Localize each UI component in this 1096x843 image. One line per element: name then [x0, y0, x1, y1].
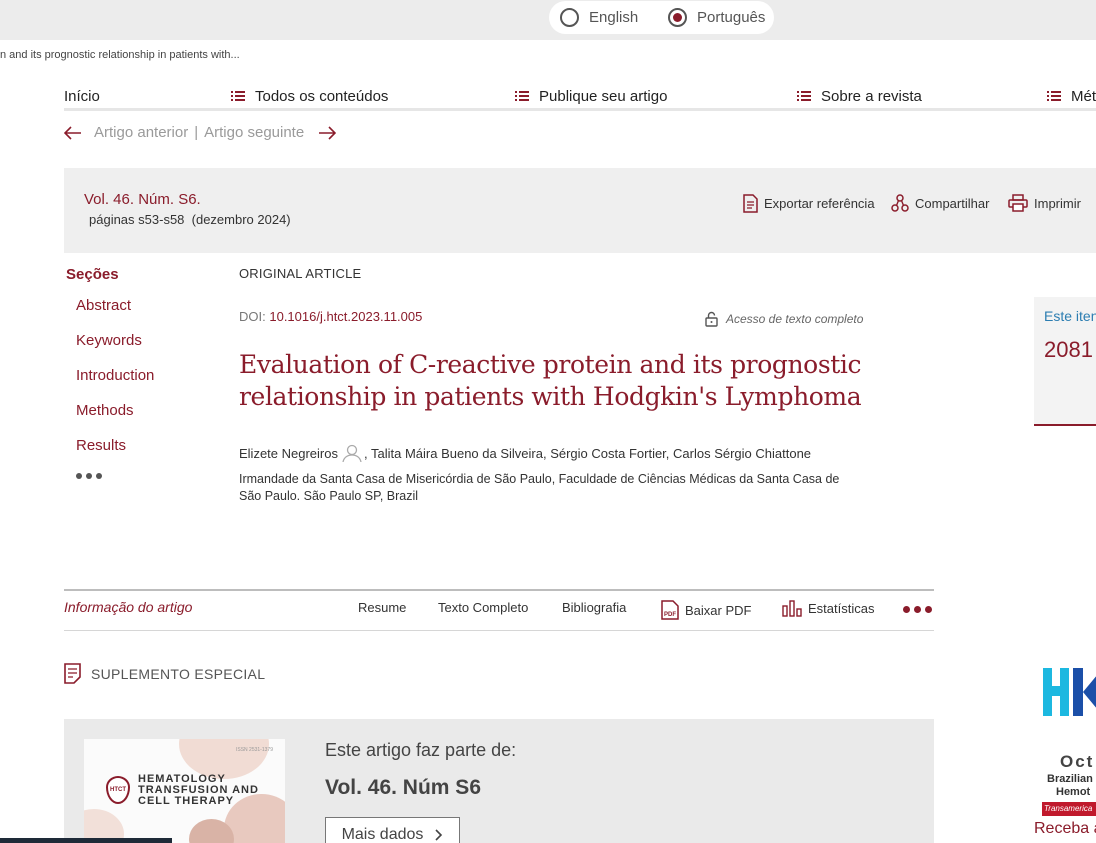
share-label: Compartilhar	[915, 196, 990, 211]
portugues-label[interactable]: Português	[697, 9, 765, 26]
bar-chart-icon	[782, 600, 802, 617]
sections-heading: Seções	[66, 266, 119, 283]
nav-metrics[interactable]: Mét	[1047, 88, 1096, 105]
event-advertisement[interactable]: Oct Brazilian Hemot Transamerica	[1036, 665, 1096, 843]
nav-all-contents-label: Todos os conteúdos	[255, 88, 389, 105]
tab-full-text[interactable]: Texto Completo	[438, 600, 528, 615]
stats-card-label: Este iten	[1044, 308, 1096, 324]
tabbar-bottom-line	[64, 630, 934, 631]
nav-about[interactable]: Sobre a revista	[797, 88, 922, 105]
special-supplement-label: SUPLEMENTO ESPECIAL	[91, 665, 266, 682]
doi-line: DOI: 10.1016/j.htct.2023.11.005	[239, 309, 422, 324]
print-button[interactable]: Imprimir	[1008, 194, 1081, 212]
issue-date: (dezembro 2024)	[191, 212, 291, 227]
portugues-radio[interactable]	[668, 8, 687, 27]
nav-publish-label: Publique seu artigo	[539, 88, 668, 105]
printer-icon	[1008, 194, 1028, 212]
nav-home[interactable]: Início	[64, 88, 100, 105]
ad-line2: Hemot	[1056, 786, 1091, 798]
cover-issn: ISSN 2531-1379	[236, 747, 273, 753]
pages-range: páginas s53-s58	[89, 212, 185, 227]
ad-line1: Brazilian	[1047, 773, 1093, 785]
journal-cover-image[interactable]: ISSN 2531-1379 HTCT HEMATOLOGY TRANSFUSI…	[84, 739, 285, 843]
breadcrumb: n and its prognostic relationship in pat…	[0, 49, 240, 61]
section-link-methods[interactable]: Methods	[76, 402, 134, 419]
authors-list: , Talita Máira Bueno da Silveira, Sérgio…	[364, 445, 812, 461]
arrow-left-icon[interactable]	[64, 125, 82, 140]
list-icon	[515, 91, 529, 102]
article-title: Evaluation of C-reactive protein and its…	[239, 350, 862, 411]
tab-bibliography[interactable]: Bibliografia	[562, 600, 626, 615]
full-text-access: Acesso de texto completo	[705, 311, 863, 327]
svg-text:PDF: PDF	[664, 612, 676, 618]
download-pdf-button[interactable]: PDF Baixar PDF	[661, 600, 751, 620]
list-icon	[231, 91, 245, 102]
unlock-icon	[705, 311, 718, 327]
print-label: Imprimir	[1034, 195, 1081, 211]
cover-title: HEMATOLOGY TRANSFUSION AND CELL THERAPY	[138, 773, 259, 807]
pdf-icon: PDF	[661, 600, 679, 620]
document-icon	[64, 663, 81, 684]
access-label: Acesso de texto completo	[726, 312, 864, 326]
bottom-overlay-bar	[0, 838, 172, 843]
nav-divider	[64, 108, 1096, 111]
section-link-introduction[interactable]: Introduction	[76, 367, 154, 384]
document-icon	[743, 194, 758, 213]
authors-line: Elizete Negreiros , Talita Máira Bueno d…	[239, 444, 811, 462]
share-button[interactable]: Compartilhar	[891, 194, 989, 213]
affiliation: Irmandade da Santa Casa de Misericórdia …	[239, 472, 840, 503]
doi-link[interactable]: 10.1016/j.htct.2023.11.005	[269, 309, 422, 324]
download-pdf-label: Baixar PDF	[685, 602, 752, 618]
issue-pages: páginas s53-s58 (dezembro 2024)	[89, 212, 291, 227]
section-link-results[interactable]: Results	[76, 437, 126, 454]
tabbar-top-line	[64, 589, 934, 591]
ad-cta-link[interactable]: Receba a	[1034, 820, 1096, 838]
section-link-abstract[interactable]: Abstract	[76, 297, 131, 314]
english-radio[interactable]	[560, 8, 579, 27]
arrow-right-icon[interactable]	[318, 125, 337, 140]
htct-logo: HTCT	[106, 776, 130, 804]
ad-banner: Transamerica	[1042, 802, 1096, 816]
issue-volume[interactable]: Vol. 46. Núm. S6.	[84, 191, 201, 208]
chevron-right-icon	[435, 828, 443, 841]
article-pagination: Artigo anterior | Artigo seguinte	[64, 124, 337, 141]
pagination-separator: |	[194, 124, 199, 141]
tab-article-info[interactable]: Informação do artigo	[64, 599, 192, 615]
doi-label: DOI:	[239, 309, 266, 324]
next-article-link[interactable]: Artigo seguinte	[204, 124, 304, 141]
more-sections-icon[interactable]	[76, 473, 102, 479]
more-details-button[interactable]: Mais dados	[325, 817, 460, 843]
more-tabs-icon[interactable]	[903, 606, 932, 613]
special-supplement-heading: SUPLEMENTO ESPECIAL	[64, 663, 265, 684]
person-icon[interactable]	[342, 444, 362, 462]
stats-card-number: 2081	[1044, 337, 1093, 362]
list-icon	[797, 91, 811, 102]
event-logo-icon	[1043, 668, 1096, 716]
language-bar	[0, 0, 1096, 40]
article-type: ORIGINAL ARTICLE	[239, 266, 362, 281]
list-icon	[1047, 91, 1061, 102]
export-reference-button[interactable]: Exportar referência	[743, 194, 875, 213]
nav-metrics-label: Mét	[1071, 88, 1096, 105]
previous-article-link[interactable]: Artigo anterior	[94, 124, 188, 141]
statistics-label: Estatísticas	[808, 601, 875, 616]
share-icon	[891, 194, 909, 212]
article-stats-card: Este iten 2081	[1034, 297, 1096, 426]
part-of-label: Este artigo faz parte de:	[325, 740, 517, 760]
author-link[interactable]: Elizete Negreiros	[239, 446, 338, 461]
tab-summary[interactable]: Resume	[358, 600, 406, 615]
supplement-volume: Vol. 46. Núm S6	[325, 776, 481, 799]
nav-about-label: Sobre a revista	[821, 88, 922, 105]
section-link-keywords[interactable]: Keywords	[76, 332, 142, 349]
nav-all-contents[interactable]: Todos os conteúdos	[231, 88, 388, 105]
export-reference-label: Exportar referência	[764, 196, 875, 211]
english-label[interactable]: English	[589, 9, 638, 26]
nav-publish[interactable]: Publique seu artigo	[515, 88, 667, 105]
tab-statistics[interactable]: Estatísticas	[782, 600, 874, 617]
more-details-label: Mais dados	[341, 825, 424, 843]
ad-month: Oct	[1060, 752, 1095, 771]
